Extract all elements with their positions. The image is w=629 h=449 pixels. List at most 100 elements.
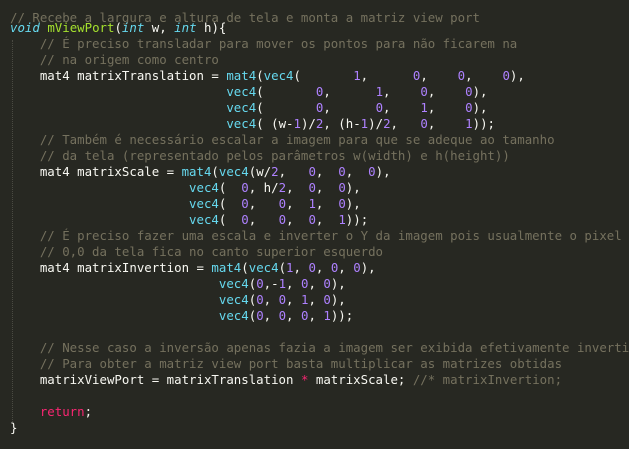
code-text: , (420, 68, 458, 83)
code-text: (w/ (248, 164, 272, 179)
code-number: 0 (278, 292, 287, 307)
code-line: matrixViewPort = matrixTranslation * mat… (10, 372, 562, 388)
code-number: 1 (308, 196, 316, 211)
code-text: ( (241, 260, 249, 275)
code-type-call: vec4 (218, 276, 249, 291)
code-number: 0 (308, 260, 316, 275)
code-text: , h/ (248, 180, 279, 195)
code-editor[interactable]: // Recebe a largura e altura de tela e m… (0, 0, 629, 449)
code-number: 0 (457, 68, 466, 83)
code-text: ; (84, 404, 93, 419)
code-number: 2 (271, 164, 279, 179)
code-text: h){ (196, 20, 227, 35)
code-text: )/ (368, 116, 384, 131)
code-text: , (248, 212, 279, 227)
code-text: ), (472, 84, 488, 99)
code-number: 1 (286, 260, 294, 275)
code-text: ( (218, 196, 242, 211)
code-number: 0 (502, 68, 510, 83)
code-number: 0 (420, 84, 428, 99)
code-comment: // Nesse caso a inversão apenas fazia a … (10, 340, 629, 355)
code-text: ( (278, 260, 287, 275)
code-type-call: vec4 (226, 116, 257, 131)
code-number: 0 (375, 100, 384, 115)
code-number: 1 (323, 308, 331, 323)
code-text: , (286, 212, 309, 227)
code-comment: //* matrixInvertion; (412, 372, 563, 387)
code-text: ( (293, 68, 354, 83)
code-text: , (308, 292, 324, 307)
code-number: 0 (278, 196, 287, 211)
code-line: vec4( 0, 0, 0, 1)); (10, 212, 368, 228)
code-text: ), (330, 292, 346, 307)
code-text: ), (360, 260, 376, 275)
code-text: , (278, 164, 309, 179)
code-text: matrixScale; (308, 372, 413, 387)
code-number: 0 (353, 260, 361, 275)
code-text: , (338, 260, 354, 275)
code-comment: // na origem como centro (10, 52, 219, 67)
code-line: // Para obter a matriz view port basta m… (10, 356, 562, 372)
code-text: ), (375, 164, 391, 179)
code-text: ), (345, 196, 361, 211)
code-text: , (315, 196, 339, 211)
code-number: 0 (241, 196, 249, 211)
code-text: , (427, 116, 466, 131)
code-line: vec4( 0, 0, 1, 0), (10, 100, 487, 116)
code-line: mat4 matrixInvertion = mat4(vec4(1, 0, 0… (10, 260, 376, 276)
code-text: , (390, 116, 421, 131)
code-text: , (286, 276, 301, 291)
code-number: 2 (278, 180, 287, 195)
code-number: 0 (256, 308, 264, 323)
code-number: 0 (465, 100, 473, 115)
code-number: 0 (241, 212, 249, 227)
code-line: // Nesse caso a inversão apenas fazia a … (10, 340, 629, 356)
code-text: , (323, 100, 376, 115)
code-number: 0 (308, 180, 316, 195)
code-text: ( (256, 84, 316, 99)
code-keyword: void (10, 20, 40, 35)
code-text: , (h- (323, 116, 361, 131)
code-type-call: vec4 (263, 68, 294, 83)
code-type-call: vec4 (189, 212, 219, 227)
code-text: , (263, 308, 279, 323)
code-text: ( (114, 20, 122, 35)
code-line: // na origem como centro (10, 52, 219, 68)
code-comment: // Também é necessário escalar a imagem … (10, 132, 555, 147)
code-type-call: vec4 (189, 196, 219, 211)
code-type-call: mat4 (181, 164, 212, 179)
code-line: // da tela (representado pelos parâmetro… (10, 148, 510, 164)
code-text: ( (w- (256, 116, 294, 131)
code-text: ( (218, 212, 242, 227)
code-number: 0 (338, 164, 346, 179)
code-number: 0 (241, 180, 249, 195)
code-line: } (10, 420, 17, 436)
code-comment: // da tela (representado pelos parâmetro… (10, 148, 510, 163)
code-comment: // 0,0 da tela fica no canto superior es… (10, 244, 383, 259)
code-text: ), (345, 180, 361, 195)
code-keyword: int (174, 20, 197, 35)
code-type-call: vec4 (248, 260, 279, 275)
code-number: 0 (308, 164, 316, 179)
code-number: 0 (256, 276, 264, 291)
code-text: , (323, 84, 376, 99)
code-keyword: int (121, 20, 145, 35)
code-comment: // É preciso transladar para mover os po… (10, 36, 518, 51)
code-text: , (345, 164, 369, 179)
code-text: , (383, 100, 421, 115)
code-text: ( (256, 68, 264, 83)
code-number: 0 (368, 164, 376, 179)
code-text: , (360, 68, 413, 83)
code-text: matrixViewPort = matrixTranslation (10, 372, 301, 387)
code-text: ), (509, 68, 525, 83)
code-type-call: mat4 (226, 68, 257, 83)
code-text: ( (256, 100, 316, 115)
code-text: mat4 matrixInvertion = (10, 260, 212, 275)
code-type-call: vec4 (218, 308, 249, 323)
code-line: vec4(0, 0, 0, 1)); (10, 308, 353, 324)
